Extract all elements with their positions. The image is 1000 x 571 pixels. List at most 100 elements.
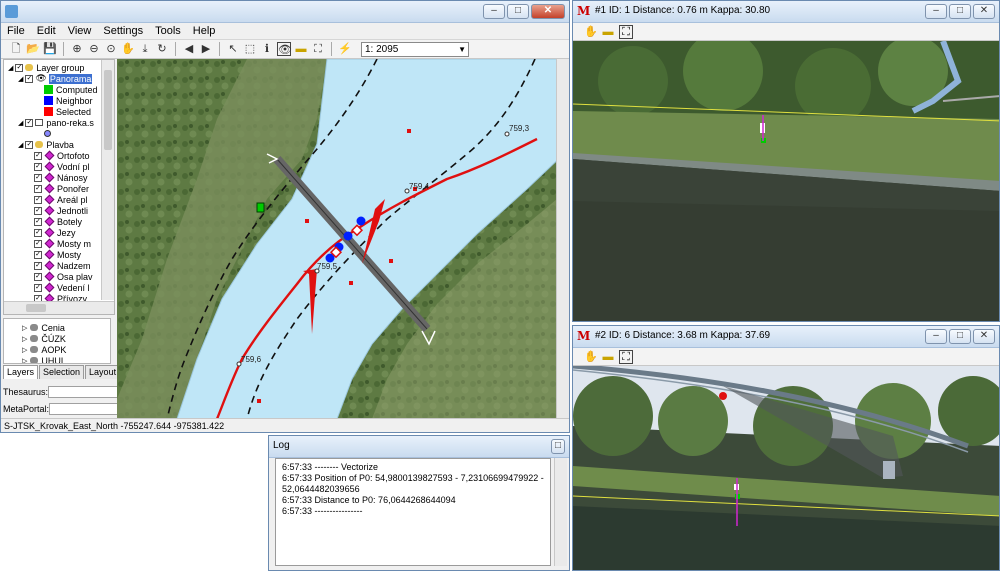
lightning-icon[interactable]: ⚡	[338, 42, 352, 56]
source-item[interactable]: ▷ ČÚZK	[22, 333, 66, 344]
log-output[interactable]: 6:57:33 -------- Vectorize 6:57:33 Posit…	[275, 458, 551, 566]
menu-help[interactable]: Help	[193, 25, 216, 37]
metaportal-input[interactable]	[49, 403, 120, 415]
checkbox[interactable]: ✓	[34, 261, 42, 270]
open-icon[interactable]: 📂	[26, 42, 40, 56]
checkbox[interactable]: ✓	[34, 151, 42, 160]
tab-layout[interactable]: Layout	[85, 365, 121, 379]
menu-tools[interactable]: Tools	[155, 25, 181, 37]
tree-pano-layer[interactable]: ◢ ✓ pano-reka.s	[18, 117, 94, 128]
minimize-button[interactable]: –	[925, 329, 947, 344]
refresh-icon[interactable]: ↻	[155, 42, 169, 56]
measure-icon[interactable]: ⛶	[619, 349, 633, 364]
forward-icon[interactable]: ▶	[199, 42, 213, 56]
checkbox[interactable]: ✓	[34, 217, 42, 226]
computed-point[interactable]	[256, 202, 265, 213]
checkbox[interactable]: ✓	[15, 63, 24, 72]
tree-plavba[interactable]: ◢ ✓ Plavba	[18, 139, 74, 150]
ruler-icon[interactable]: ▬	[601, 350, 615, 364]
pano2-image[interactable]	[573, 366, 999, 570]
tree-panorama[interactable]: ◢ ✓ 👁 Panorama	[18, 73, 93, 84]
tab-selection[interactable]: Selection	[39, 365, 85, 379]
checkbox[interactable]: ✓	[34, 272, 42, 281]
menu-edit[interactable]: Edit	[37, 25, 56, 37]
plavba-layer-item[interactable]: ✓ Mosty m	[34, 238, 91, 249]
pano1-image[interactable]	[573, 41, 999, 321]
plavba-layer-item[interactable]: ✓ Ortofoto	[34, 150, 90, 161]
ruler-icon[interactable]: ▬	[294, 42, 308, 56]
plavba-layer-item[interactable]: ✓ Ponořer	[34, 183, 89, 194]
minimize-button[interactable]: –	[483, 4, 505, 19]
checkbox[interactable]: ✓	[25, 140, 34, 149]
pan-icon[interactable]: ✋	[583, 350, 598, 364]
maximize-button[interactable]: □	[507, 4, 529, 19]
pano2-canvas[interactable]	[573, 366, 999, 570]
measure-area-icon[interactable]: ⛶	[311, 42, 325, 56]
log-scrollbar[interactable]	[554, 458, 567, 566]
plavba-layer-item[interactable]: ✓ Botely	[34, 216, 82, 227]
checkbox[interactable]: ✓	[34, 239, 42, 248]
menu-view[interactable]: View	[68, 25, 92, 37]
checkbox[interactable]: ✓	[25, 74, 34, 83]
map-scrollbar[interactable]	[556, 59, 569, 419]
menu-file[interactable]: File	[7, 25, 25, 37]
source-item[interactable]: ▷ AOPK	[22, 344, 66, 355]
expand-icon[interactable]: ◢	[18, 119, 23, 127]
select-box-icon[interactable]: ⬚	[243, 42, 257, 56]
plavba-layer-item[interactable]: ✓ Nadzem	[34, 260, 91, 271]
neighbor-point[interactable]	[356, 216, 366, 226]
close-button[interactable]: ✕	[973, 4, 995, 19]
tree-scrollbar[interactable]	[101, 60, 114, 300]
select-arrow-icon[interactable]: ↖	[226, 42, 240, 56]
plavba-layer-item[interactable]: ✓ Mosty	[34, 249, 81, 260]
plavba-layer-item[interactable]: ✓ Nánosy	[34, 172, 88, 183]
expand-icon[interactable]: ▷	[22, 346, 27, 354]
maximize-button[interactable]: □	[949, 4, 971, 19]
menu-settings[interactable]: Settings	[103, 25, 143, 37]
tab-layers[interactable]: Layers	[3, 365, 39, 379]
expand-icon[interactable]: ◢	[8, 64, 13, 72]
checkbox[interactable]: ✓	[34, 195, 42, 204]
checkbox[interactable]: ✓	[25, 118, 34, 127]
measure-icon[interactable]: ⛶	[619, 24, 633, 39]
info-icon[interactable]: ℹ	[260, 42, 274, 56]
map-canvas[interactable]: 759,3 759,4 759,5 759,6	[117, 59, 569, 419]
expand-icon[interactable]: ◢	[18, 75, 23, 83]
checkbox[interactable]: ✓	[34, 206, 42, 215]
map-view[interactable]: 759,3 759,4 759,5 759,6	[117, 59, 569, 419]
checkbox[interactable]: ✓	[34, 283, 42, 292]
plavba-layer-item[interactable]: ✓ Vodní pl	[34, 161, 90, 172]
source-item[interactable]: ▷ UHUL	[22, 355, 66, 363]
source-item[interactable]: ▷ Cenia	[22, 322, 65, 333]
back-icon[interactable]: ◀	[182, 42, 196, 56]
pano1-titlebar[interactable]: M #1 ID: 1 Distance: 0.76 m Kappa: 30.80…	[573, 1, 999, 23]
pan-icon[interactable]: ✋	[121, 42, 135, 56]
checkbox[interactable]: ✓	[34, 228, 42, 237]
plavba-layer-item[interactable]: ✓ Areál pl	[34, 194, 88, 205]
scroll-thumb[interactable]	[104, 70, 112, 150]
close-button[interactable]: ✕	[531, 4, 565, 19]
checkbox[interactable]: ✓	[34, 162, 42, 171]
scale-select[interactable]: 1: 2095 ▼	[361, 41, 469, 57]
plavba-layer-item[interactable]: ✓ Jednotli	[34, 205, 88, 216]
download-icon[interactable]: ⤓	[138, 42, 152, 56]
plavba-layer-item[interactable]: ✓ Osa plav	[34, 271, 93, 282]
maximize-button[interactable]: □	[551, 439, 565, 454]
minimize-button[interactable]: –	[925, 4, 947, 19]
zoom-in-icon[interactable]: ⊕	[70, 42, 84, 56]
tree-hscrollbar[interactable]	[4, 301, 114, 314]
plavba-layer-item[interactable]: ✓ Jezy	[34, 227, 76, 238]
zoom-extent-icon[interactable]: ⊙	[104, 42, 118, 56]
save-icon[interactable]: 💾	[43, 42, 57, 56]
new-icon[interactable]: 🗋	[9, 42, 23, 56]
eye-icon[interactable]: 👁	[277, 42, 292, 56]
checkbox[interactable]: ✓	[34, 184, 42, 193]
close-button[interactable]: ✕	[973, 329, 995, 344]
thesaurus-input[interactable]	[48, 386, 119, 398]
tree-layer-group[interactable]: ◢ ✓ Layer group	[8, 62, 84, 73]
checkbox[interactable]: ✓	[34, 173, 42, 182]
plavba-layer-item[interactable]: ✓ Vedení l	[34, 282, 90, 293]
expand-icon[interactable]: ◢	[18, 141, 23, 149]
pano2-titlebar[interactable]: M #2 ID: 6 Distance: 3.68 m Kappa: 37.69…	[573, 326, 999, 348]
pano1-canvas[interactable]	[573, 41, 999, 321]
